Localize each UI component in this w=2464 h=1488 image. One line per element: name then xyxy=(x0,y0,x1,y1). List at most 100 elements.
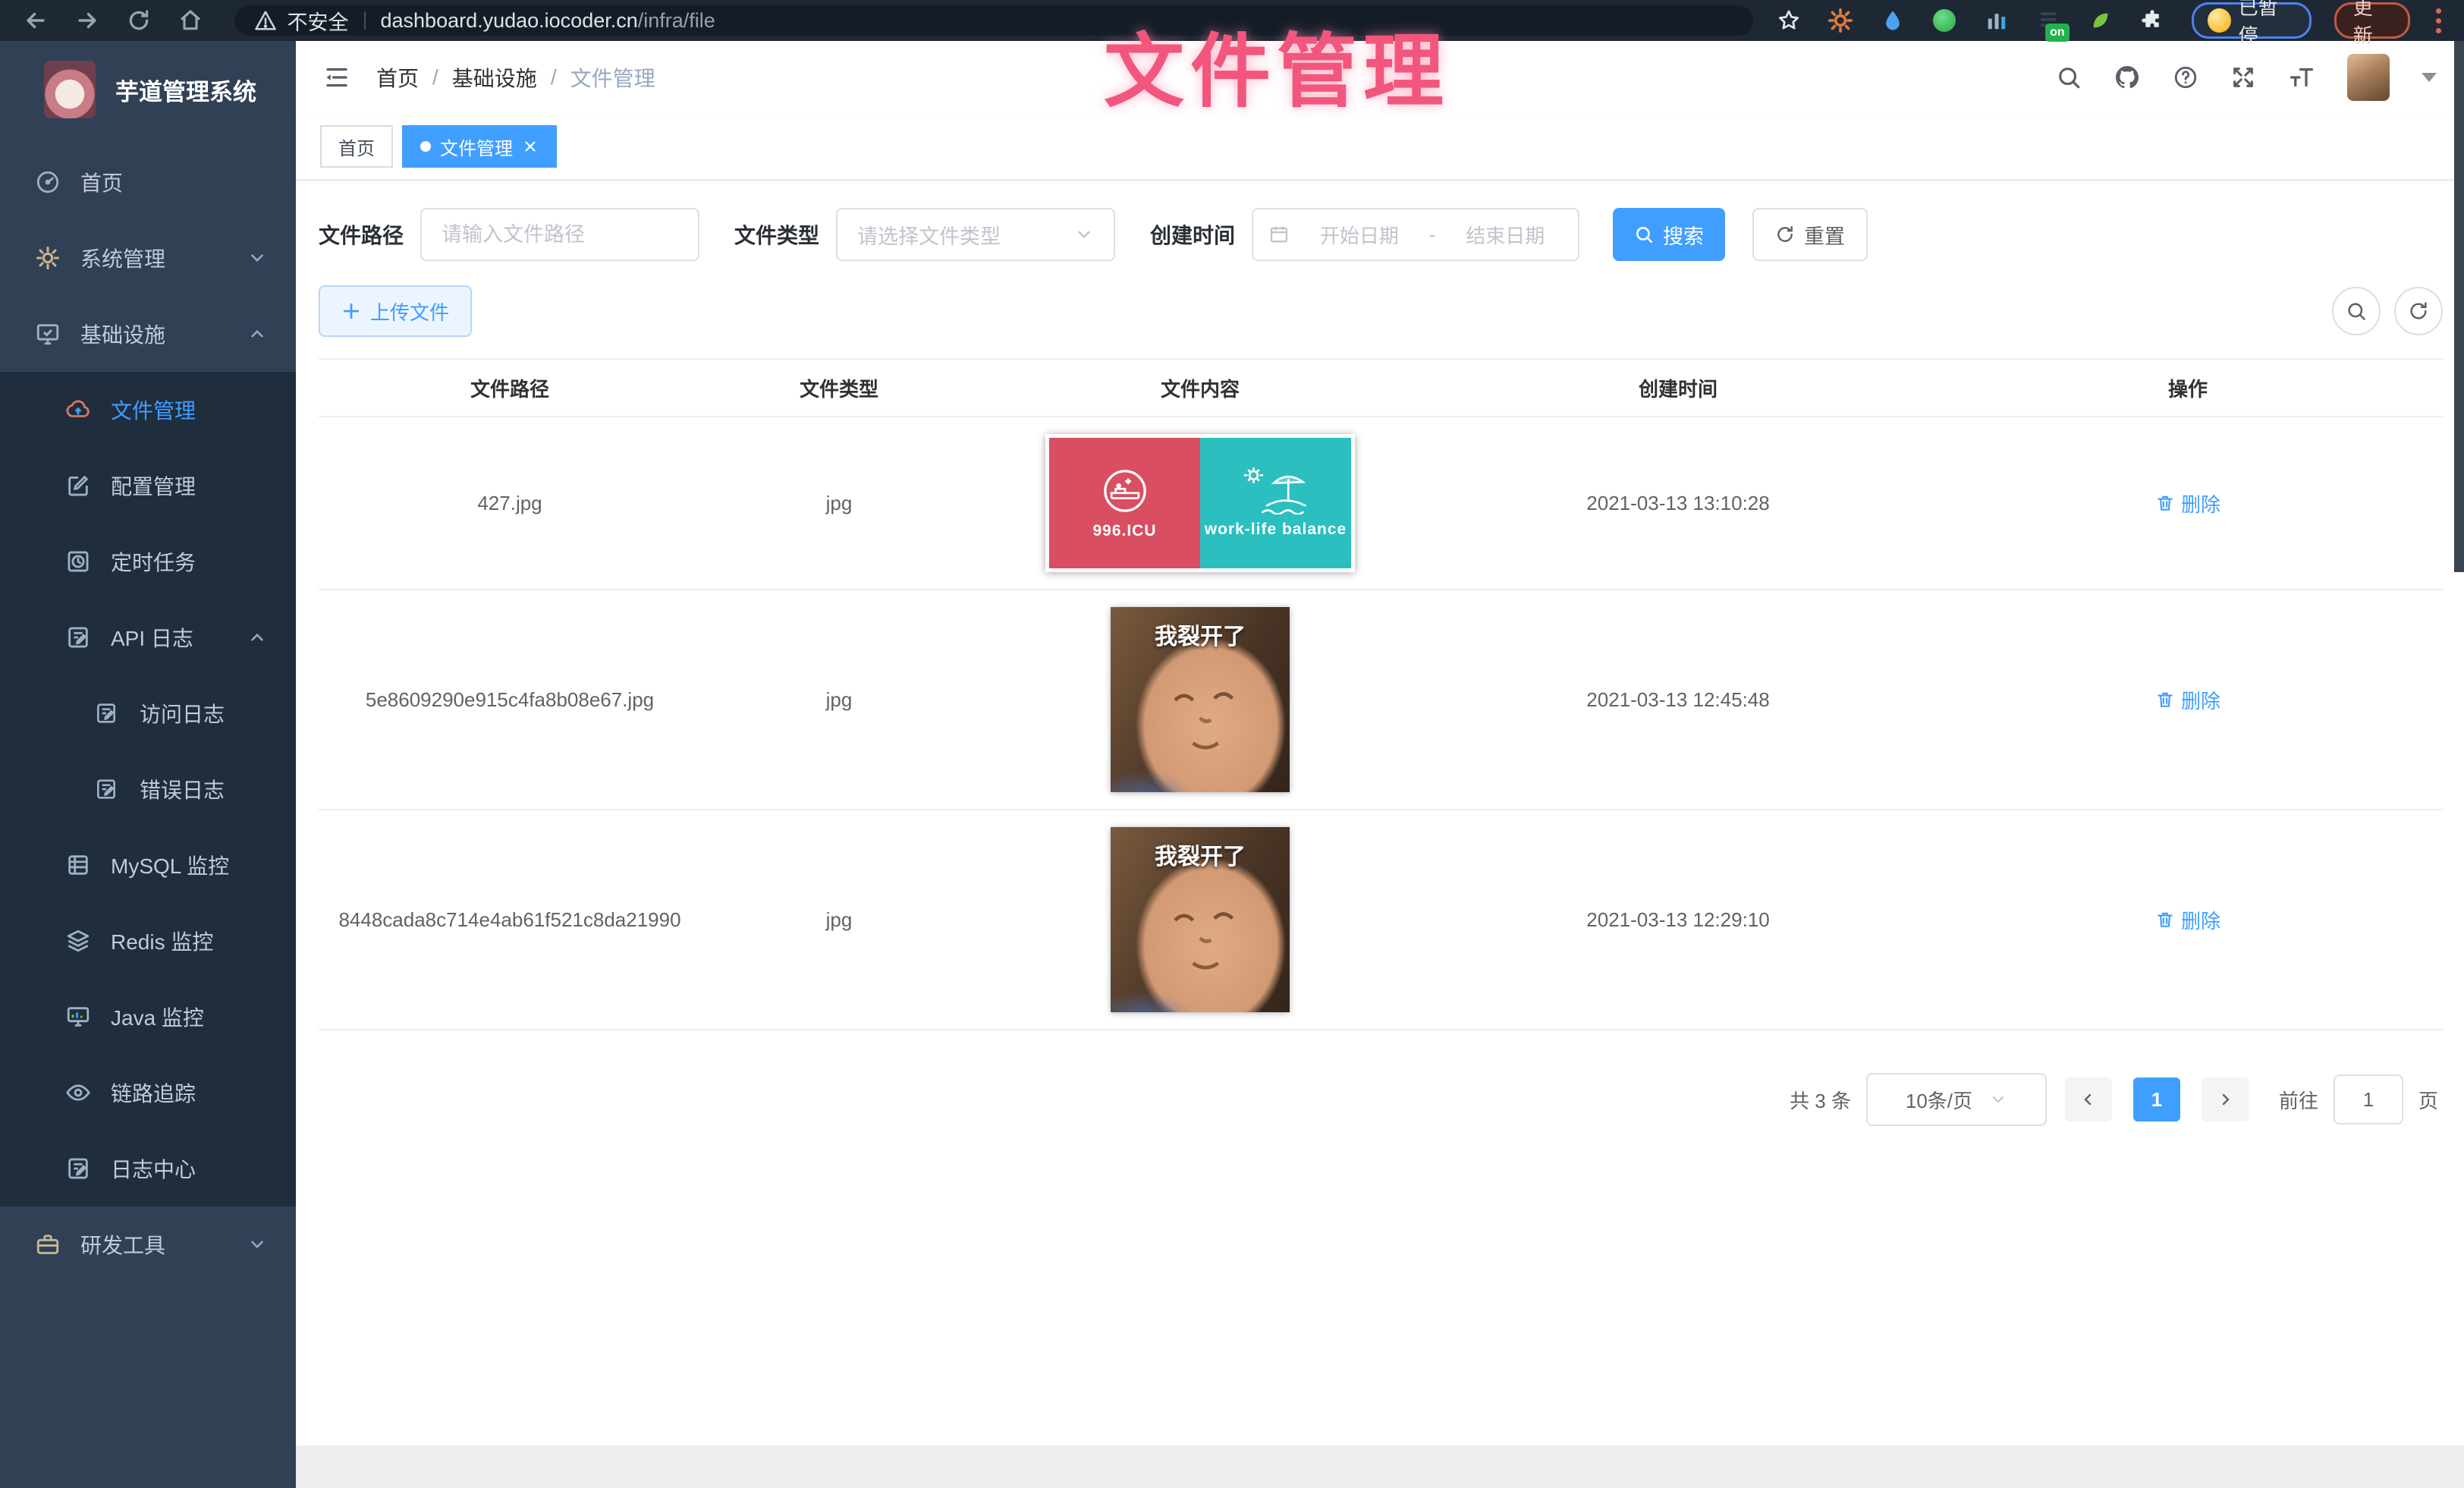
sidebar-item-error-log[interactable]: 错误日志 xyxy=(0,751,296,827)
sidebar-item-config[interactable]: 配置管理 xyxy=(0,448,296,524)
prev-page-button[interactable] xyxy=(2065,1077,2112,1122)
sidebar-item-system[interactable]: 系统管理 xyxy=(0,220,296,296)
bookmark-star-icon[interactable] xyxy=(1773,4,1806,37)
avatar[interactable] xyxy=(2347,54,2390,101)
extension-leaf-icon[interactable] xyxy=(2085,4,2117,37)
sidebar-item-home[interactable]: 首页 xyxy=(0,144,296,220)
upload-file-button[interactable]: 上传文件 xyxy=(319,285,472,337)
table-toolbar: 上传文件 xyxy=(319,285,2443,335)
profile-emoji-icon xyxy=(2208,8,2231,33)
github-icon[interactable] xyxy=(2114,64,2141,91)
timer-icon xyxy=(65,549,91,574)
app-logo[interactable]: 芋道管理系统 xyxy=(0,41,296,138)
log-pencil-icon xyxy=(94,701,120,725)
profile-paused-badge[interactable]: 已暂停 xyxy=(2192,2,2312,39)
page-size-select[interactable]: 10条/页 xyxy=(1866,1073,2047,1126)
sidebar-item-devtools[interactable]: 研发工具 xyxy=(0,1206,296,1282)
extension-check-icon[interactable] xyxy=(1928,4,1961,37)
url-domain: dashboard.yudao.iocoder.cn xyxy=(381,9,638,32)
browser-home-button[interactable] xyxy=(170,5,211,36)
table-row: 427.jpg jpg 996.ICU work-life balance xyxy=(319,417,2443,590)
file-preview-image[interactable]: 我裂开了 xyxy=(1111,827,1290,1012)
reset-button[interactable]: 重置 xyxy=(1752,208,1868,261)
home-icon xyxy=(178,8,203,33)
browser-forward-button[interactable] xyxy=(67,5,108,36)
arrow-right-icon xyxy=(74,8,100,33)
sidebar-item-infra[interactable]: 基础设施 xyxy=(0,296,296,372)
avatar-caret-icon[interactable] xyxy=(2422,73,2437,82)
browser-back-button[interactable] xyxy=(15,5,56,36)
breadcrumb-separator: / xyxy=(432,65,438,90)
puzzle-icon xyxy=(2141,9,2164,32)
sidebar-item-job[interactable]: 定时任务 xyxy=(0,524,296,599)
trash-icon xyxy=(2155,690,2175,709)
sidebar-item-mysql[interactable]: MySQL 监控 xyxy=(0,827,296,903)
search-button[interactable]: 搜索 xyxy=(1613,208,1725,261)
browser-refresh-button[interactable] xyxy=(118,5,159,36)
tab-close-icon[interactable] xyxy=(522,138,539,155)
fullscreen-icon[interactable] xyxy=(2230,64,2256,90)
sidebar-item-file[interactable]: 文件管理 xyxy=(0,372,296,448)
delete-button[interactable]: 删除 xyxy=(2155,906,2220,934)
file-preview-image[interactable]: 我裂开了 xyxy=(1111,607,1290,792)
app-title: 芋道管理系统 xyxy=(115,73,256,107)
delete-button[interactable]: 删除 xyxy=(2155,686,2220,714)
breadcrumb: 首页 / 基础设施 / 文件管理 xyxy=(376,62,655,93)
sidebar-item-access-log[interactable]: 访问日志 xyxy=(0,675,296,751)
columns-icon xyxy=(1985,9,2008,32)
browser-update-button[interactable]: 更新 xyxy=(2334,2,2410,39)
sidebar-item-trace[interactable]: 链路追踪 xyxy=(0,1055,296,1131)
sidebar-item-java[interactable]: Java 监控 xyxy=(0,979,296,1055)
file-path-input[interactable] xyxy=(420,208,699,261)
scrollbar-thumb[interactable] xyxy=(2454,41,2464,572)
tab-file-management[interactable]: 文件管理 xyxy=(402,125,557,168)
total-count: 共 3 条 xyxy=(1790,1086,1851,1114)
sidebar-item-redis[interactable]: Redis 监控 xyxy=(0,903,296,979)
cell-created: 2021-03-13 12:29:10 xyxy=(1423,908,1933,932)
date-end-placeholder[interactable]: 结束日期 xyxy=(1447,221,1563,249)
search-icon xyxy=(2346,300,2367,322)
goto-page-input[interactable] xyxy=(2334,1074,2403,1125)
date-separator: - xyxy=(1429,223,1436,247)
bed-circle-icon xyxy=(1100,466,1150,516)
cell-file-content: 996.ICU work-life balance xyxy=(977,434,1423,572)
active-tab-dot xyxy=(420,141,431,152)
extensions-puzzle-icon[interactable] xyxy=(2136,4,2169,37)
on-badge: on xyxy=(2045,24,2070,42)
monitor-check-icon xyxy=(35,321,61,347)
goto-label: 前往 xyxy=(2279,1086,2318,1114)
date-start-placeholder[interactable]: 开始日期 xyxy=(1302,221,1417,249)
delete-button[interactable]: 删除 xyxy=(2155,489,2220,517)
help-icon[interactable] xyxy=(2173,64,2198,90)
extension-switch-icon[interactable]: on xyxy=(2032,4,2065,37)
extension-gear-icon[interactable] xyxy=(1824,4,1857,37)
sidebar-item-log-center[interactable]: 日志中心 xyxy=(0,1131,296,1206)
cell-created: 2021-03-13 13:10:28 xyxy=(1423,492,1933,515)
database-icon xyxy=(65,852,91,878)
cell-actions: 删除 xyxy=(1933,686,2443,714)
file-table: 文件路径 文件类型 文件内容 创建时间 操作 427.jpg jpg 996.I xyxy=(319,358,2443,1030)
file-type-label: 文件类型 xyxy=(734,219,819,250)
font-size-icon[interactable] xyxy=(2288,64,2315,91)
file-preview-image[interactable]: 996.ICU work-life balance xyxy=(1045,434,1355,572)
trash-icon xyxy=(2155,493,2175,513)
refresh-table-button[interactable] xyxy=(2394,287,2443,335)
sidebar-item-api-log[interactable]: API 日志 xyxy=(0,599,296,675)
tab-home[interactable]: 首页 xyxy=(320,125,393,168)
date-range-picker[interactable]: 开始日期 - 结束日期 xyxy=(1252,208,1579,261)
col-file-content: 文件内容 xyxy=(977,374,1423,402)
breadcrumb-section[interactable]: 基础设施 xyxy=(452,62,537,93)
page-number-button[interactable]: 1 xyxy=(2133,1077,2180,1122)
browser-address-bar[interactable]: 不安全 dashboard.yudao.iocoder.cn/infra/fil… xyxy=(234,5,1753,36)
breadcrumb-home[interactable]: 首页 xyxy=(376,62,419,93)
extension-columns-icon[interactable] xyxy=(1981,4,2013,37)
sidebar-collapse-button[interactable] xyxy=(323,64,350,91)
header-search-icon[interactable] xyxy=(2056,64,2082,90)
file-type-select[interactable]: 请选择文件类型 xyxy=(836,208,1115,261)
extension-drop-icon[interactable] xyxy=(1877,4,1909,37)
toggle-search-button[interactable] xyxy=(2332,287,2381,335)
chevron-up-icon xyxy=(247,324,267,344)
browser-menu-icon[interactable] xyxy=(2428,5,2449,36)
chevron-right-icon xyxy=(2216,1090,2234,1109)
next-page-button[interactable] xyxy=(2202,1077,2249,1122)
